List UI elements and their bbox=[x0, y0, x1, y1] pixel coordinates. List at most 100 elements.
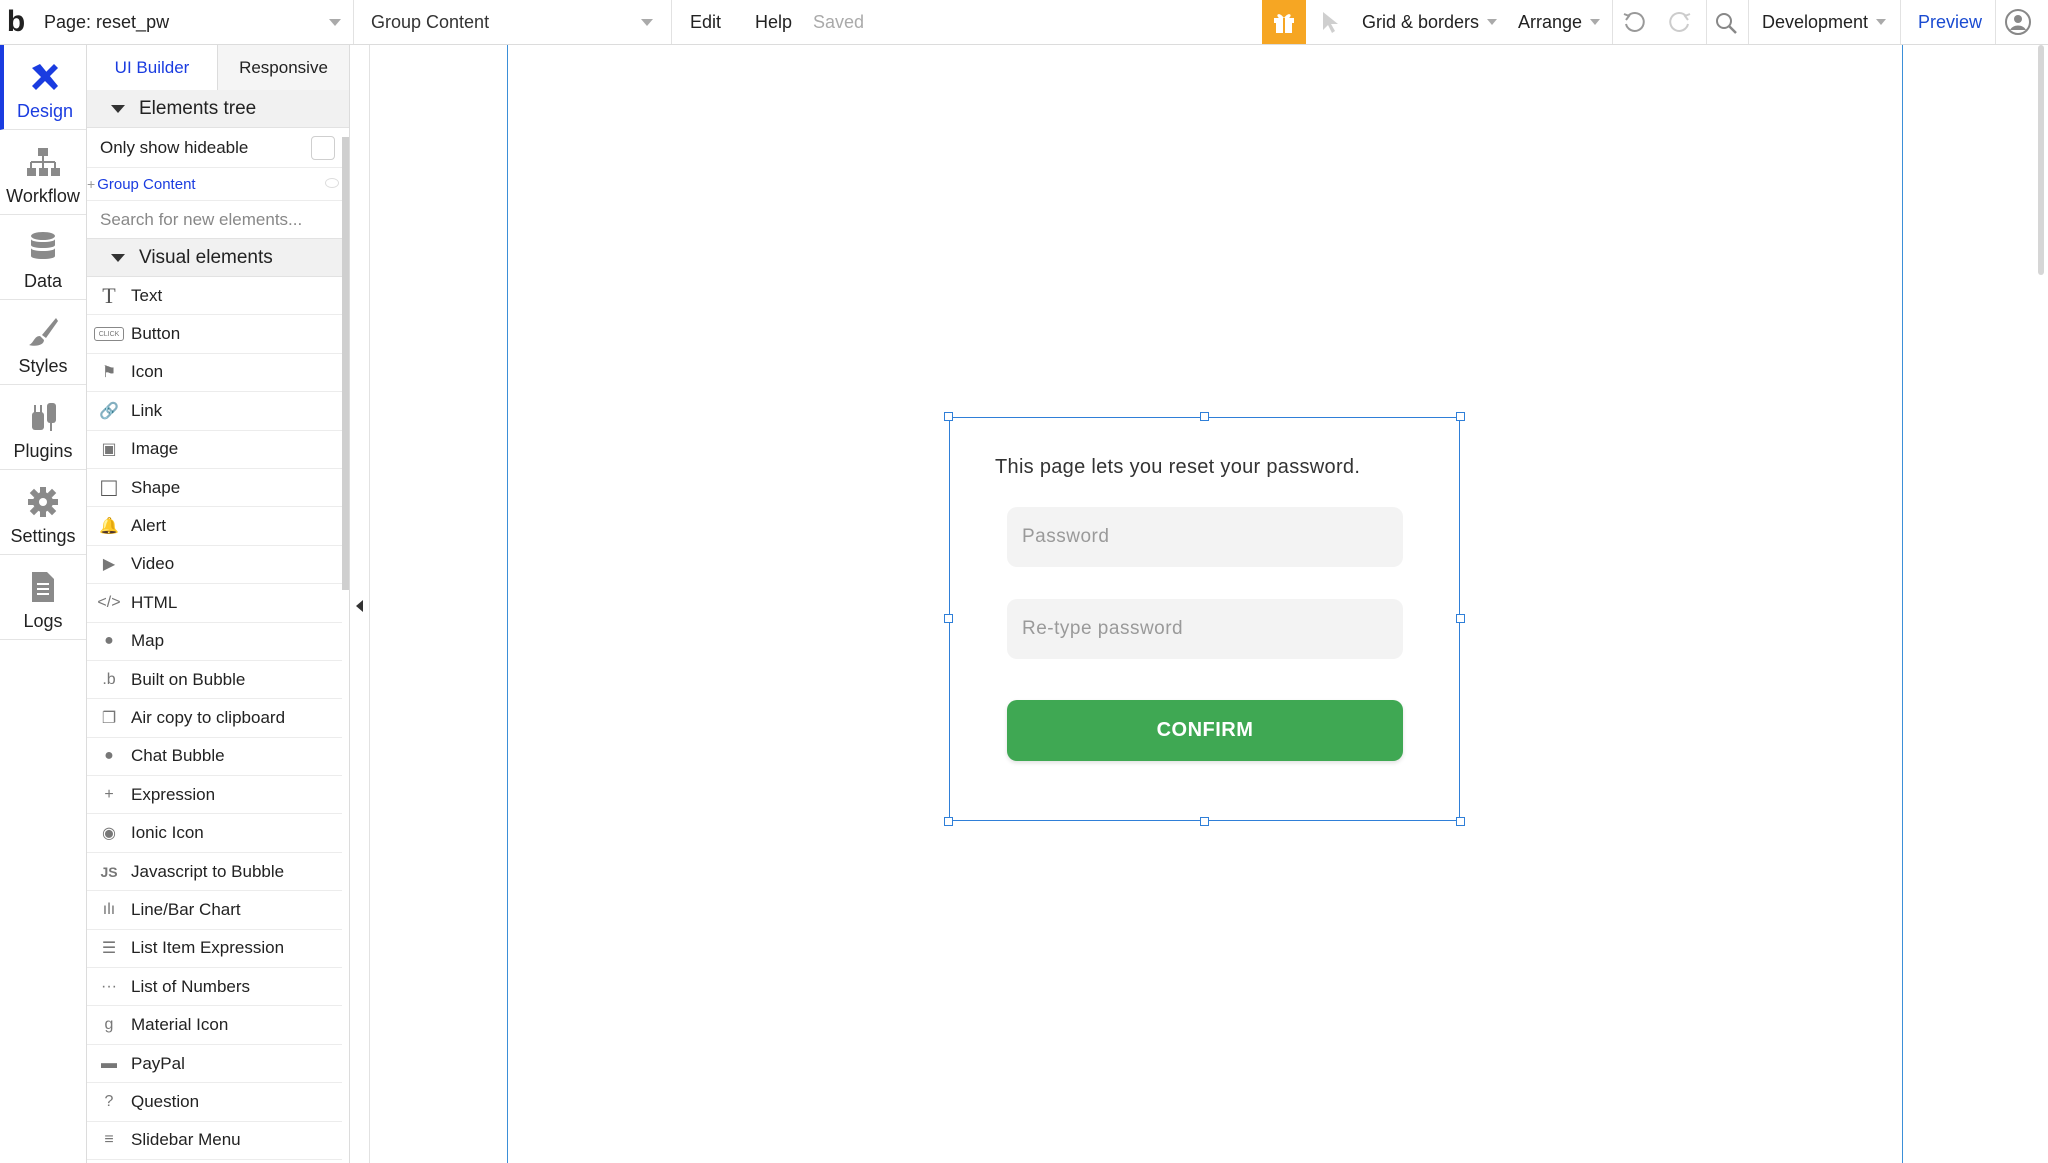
panel-scrollbar[interactable] bbox=[342, 137, 349, 590]
element-item[interactable]: ◉ Ionic Icon bbox=[87, 814, 342, 853]
element-item[interactable]: ❐ Air copy to clipboard bbox=[87, 699, 342, 738]
element-item[interactable]: ▬ PayPal bbox=[87, 1045, 342, 1084]
elements-tree-header[interactable]: Elements tree bbox=[87, 90, 349, 128]
element-item[interactable]: </> HTML bbox=[87, 584, 342, 623]
redo-icon[interactable] bbox=[1666, 9, 1694, 37]
resize-handle[interactable] bbox=[944, 817, 953, 826]
tab-responsive[interactable]: Responsive bbox=[218, 45, 349, 90]
rail-data[interactable]: Data bbox=[0, 215, 86, 300]
resize-handle[interactable] bbox=[944, 614, 953, 623]
resize-handle[interactable] bbox=[1456, 412, 1465, 421]
toolbar-divider bbox=[1612, 0, 1613, 44]
rail-plugins[interactable]: Plugins bbox=[0, 385, 86, 470]
preview-button[interactable]: Preview bbox=[1918, 0, 1982, 44]
grid-borders-dropdown[interactable]: Grid & borders bbox=[1362, 0, 1498, 44]
only-show-hideable-checkbox[interactable] bbox=[311, 135, 335, 160]
element-item-label: Expression bbox=[131, 784, 216, 804]
search-icon[interactable] bbox=[1712, 9, 1740, 37]
element-item[interactable]: CLICK Button bbox=[87, 315, 342, 354]
visual-elements-label: Visual elements bbox=[139, 246, 273, 268]
tab-ui-builder[interactable]: UI Builder bbox=[87, 45, 218, 90]
user-avatar-icon[interactable] bbox=[2005, 9, 2031, 35]
confirm-button[interactable]: CONFIRM bbox=[1007, 700, 1403, 761]
element-item-label: Material Icon bbox=[131, 1015, 229, 1035]
element-selector[interactable]: Group Content bbox=[360, 0, 672, 44]
rail-workflow-label: Workflow bbox=[6, 186, 80, 206]
rail-logs[interactable]: Logs bbox=[0, 555, 86, 640]
top-toolbar: b Page: reset_pw Group Content Edit Help… bbox=[0, 0, 2048, 45]
menu-help[interactable]: Help bbox=[755, 0, 792, 44]
element-item[interactable]: T Text bbox=[87, 277, 342, 316]
element-type-icon: + bbox=[104, 785, 114, 803]
element-selector-label: Group Content bbox=[371, 11, 490, 32]
arrange-dropdown[interactable]: Arrange bbox=[1518, 0, 1601, 44]
password-input[interactable] bbox=[1007, 507, 1403, 567]
gift-icon[interactable] bbox=[1262, 0, 1306, 44]
element-type-icon: 🔗 bbox=[99, 402, 119, 420]
resize-handle[interactable] bbox=[1456, 614, 1465, 623]
element-item[interactable]: .b Built on Bubble bbox=[87, 661, 342, 700]
rail-settings[interactable]: Settings bbox=[0, 470, 86, 555]
version-label: Development bbox=[1762, 11, 1869, 32]
left-rail: Design Workflow Data Styles Plugins Sett… bbox=[0, 45, 87, 1163]
collapse-arrow-icon[interactable] bbox=[356, 600, 363, 612]
page-right-guide bbox=[1902, 45, 1903, 1163]
visual-elements-header[interactable]: Visual elements bbox=[87, 239, 349, 277]
element-item[interactable]: ? Question bbox=[87, 1083, 342, 1122]
resize-handle[interactable] bbox=[1456, 817, 1465, 826]
elements-panel: UI Builder Responsive Elements tree Only… bbox=[87, 45, 350, 1163]
rail-styles[interactable]: Styles bbox=[0, 300, 86, 385]
resize-handle[interactable] bbox=[1200, 412, 1209, 421]
toolbar-divider bbox=[1995, 0, 1996, 44]
rail-workflow[interactable]: Workflow bbox=[0, 130, 86, 215]
element-item[interactable]: 🔗 Link bbox=[87, 392, 342, 431]
element-item[interactable]: ⚑ Icon bbox=[87, 354, 342, 393]
element-item[interactable]: 🔔 Alert bbox=[87, 507, 342, 546]
only-show-hideable-label: Only show hideable bbox=[100, 137, 249, 157]
element-item[interactable]: ··· List of Numbers bbox=[87, 968, 342, 1007]
element-item[interactable]: JS Javascript to Bubble bbox=[87, 853, 342, 892]
undo-icon[interactable] bbox=[1620, 9, 1648, 37]
element-type-icon: ▣ bbox=[101, 441, 117, 459]
gear-icon bbox=[25, 484, 61, 520]
element-item-label: Shape bbox=[131, 477, 181, 497]
rail-design[interactable]: Design bbox=[0, 45, 86, 130]
resize-handle[interactable] bbox=[944, 412, 953, 421]
element-item[interactable]: g Material Icon bbox=[87, 1006, 342, 1045]
version-dropdown[interactable]: Development bbox=[1762, 0, 1887, 44]
page-selector-label: Page: reset_pw bbox=[44, 11, 170, 32]
element-item[interactable]: ● Chat Bubble bbox=[87, 738, 342, 777]
element-item[interactable]: ≡ Slidebar Menu bbox=[87, 1122, 342, 1160]
expand-icon[interactable]: + bbox=[87, 176, 95, 192]
element-item[interactable]: ▣ Image bbox=[87, 431, 342, 469]
element-item[interactable]: ılı Line/Bar Chart bbox=[87, 891, 342, 930]
menu-edit[interactable]: Edit bbox=[690, 0, 721, 44]
element-item[interactable]: □ Shape bbox=[87, 469, 342, 508]
resize-handle[interactable] bbox=[1200, 817, 1209, 826]
page-selector[interactable]: Page: reset_pw bbox=[44, 0, 354, 44]
element-item[interactable]: ▶ Video bbox=[87, 546, 342, 585]
element-item-label: Alert bbox=[131, 516, 166, 536]
select-cursor-icon[interactable] bbox=[1318, 9, 1344, 35]
element-item[interactable]: + Expression bbox=[87, 776, 342, 815]
element-item-label: Map bbox=[131, 631, 165, 651]
element-type-icon: ılı bbox=[102, 900, 116, 918]
save-status: Saved bbox=[813, 11, 865, 32]
retype-password-input[interactable] bbox=[1007, 599, 1403, 659]
element-item-label: Line/Bar Chart bbox=[131, 899, 241, 919]
group-content-selection[interactable]: This page lets you reset your password. … bbox=[944, 412, 1465, 826]
plug-icon bbox=[25, 399, 61, 435]
chevron-down-icon bbox=[1876, 19, 1887, 25]
page-left-guide bbox=[507, 45, 508, 1163]
element-item-label: Javascript to Bubble bbox=[131, 861, 285, 881]
element-search-input[interactable] bbox=[100, 209, 330, 230]
rail-plugins-label: Plugins bbox=[13, 441, 73, 461]
document-icon bbox=[25, 569, 61, 605]
element-type-icon: T bbox=[102, 282, 116, 308]
element-item[interactable]: ☰ List Item Expression bbox=[87, 930, 342, 969]
element-item[interactable]: ● Map bbox=[87, 623, 342, 661]
tree-item-group-content[interactable]: + Group Content bbox=[87, 168, 349, 201]
eye-icon[interactable] bbox=[325, 178, 339, 188]
bubble-logo[interactable]: b bbox=[0, 0, 32, 44]
canvas-scrollbar[interactable] bbox=[2038, 45, 2044, 275]
